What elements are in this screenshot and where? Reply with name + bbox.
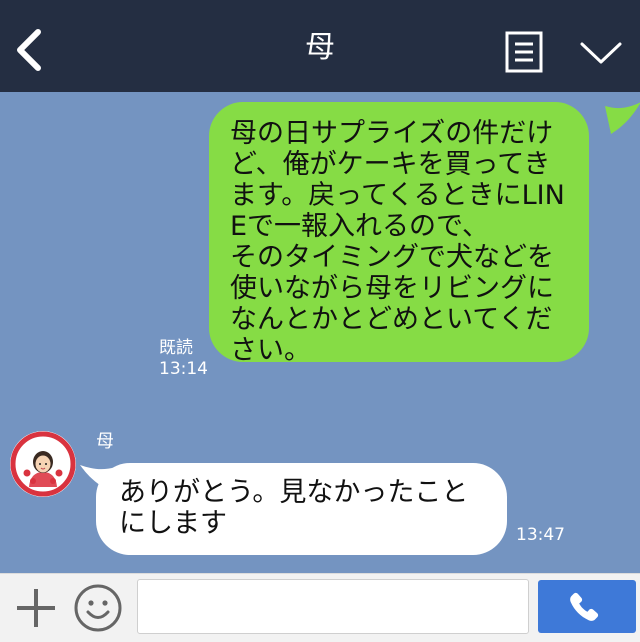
outgoing-message-meta: 既読 13:14 xyxy=(159,338,208,380)
plus-icon xyxy=(17,589,55,627)
dropdown-button[interactable] xyxy=(578,38,624,68)
sender-name: 母 xyxy=(96,431,114,452)
chat-header: 母 xyxy=(0,0,640,92)
mothers-day-avatar-icon xyxy=(10,431,76,497)
phone-icon xyxy=(570,592,599,621)
menu-button[interactable] xyxy=(505,31,543,73)
outgoing-message-time: 13:14 xyxy=(159,359,208,379)
chat-screen: 母 母の日サプライズの件だけど、俺がケーキを買ってきます。戻ってくるときにLIN… xyxy=(0,0,640,642)
message-input-bar xyxy=(0,573,640,642)
add-attachment-button[interactable] xyxy=(14,586,58,630)
message-input[interactable] xyxy=(137,579,529,634)
read-receipt: 既読 xyxy=(159,338,193,358)
outgoing-bubble-tail xyxy=(605,102,640,134)
chevron-left-icon xyxy=(17,29,41,71)
outgoing-message-bubble: 母の日サプライズの件だけど、俺がケーキを買ってきます。戻ってくるときにLINEで… xyxy=(209,102,589,366)
incoming-message-bubble: ありがとう。見なかったことにします xyxy=(96,463,507,555)
smiley-icon xyxy=(74,584,122,632)
emoji-button[interactable] xyxy=(73,583,123,633)
call-button[interactable] xyxy=(538,580,636,633)
back-button[interactable] xyxy=(12,26,52,74)
chat-title: 母 xyxy=(305,30,335,65)
menu-list-icon xyxy=(505,31,543,73)
avatar[interactable] xyxy=(10,431,76,497)
incoming-message-time: 13:47 xyxy=(516,525,565,545)
chevron-down-icon xyxy=(580,42,622,64)
